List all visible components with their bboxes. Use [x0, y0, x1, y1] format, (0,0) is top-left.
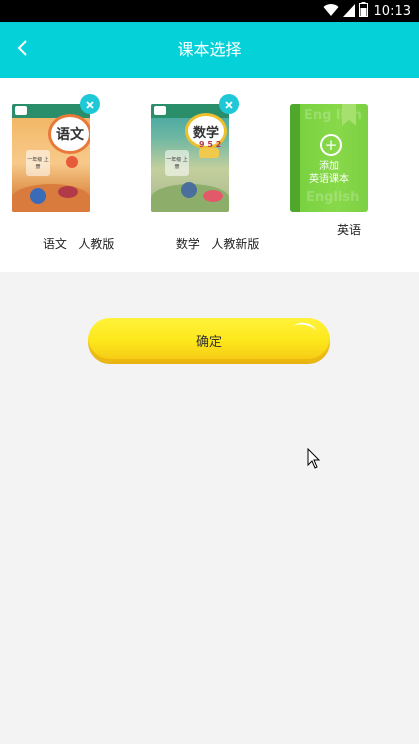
cover-grade: 一年级 上册 [165, 150, 189, 176]
publisher-logo [154, 106, 166, 115]
publisher-logo [15, 106, 27, 115]
math-book-label: 数学 人教新版 [140, 221, 280, 266]
remove-chinese-button[interactable] [80, 94, 100, 114]
book-edition: 人教新版 [211, 237, 260, 251]
book-cover-image: 语文 一年级 上册 [12, 104, 90, 212]
chinese-book-label: 语文 人教版 [0, 221, 142, 266]
cover-illustration [30, 188, 46, 204]
close-icon [224, 95, 234, 114]
book-subject: 数学 [175, 237, 200, 251]
math-textbook-cover[interactable]: 数学 9 5 2 一年级 上册 [151, 104, 229, 212]
confirm-button[interactable]: 确定 [88, 318, 330, 362]
add-english-textbook-button[interactable]: Eng lish + 添加 英语课本 English [290, 104, 368, 212]
button-highlight [292, 320, 318, 338]
english-book-label: 英语 [336, 223, 361, 237]
cover-illustration [58, 186, 78, 198]
book-edition: 人教版 [78, 237, 115, 251]
book-cover-image: 数学 9 5 2 一年级 上册 [151, 104, 229, 212]
add-text-line2: 英语课本 [309, 174, 349, 185]
confirm-label: 确定 [195, 334, 222, 350]
add-text-line1: 添加 [319, 161, 339, 172]
cover-illustration [203, 190, 223, 202]
card-spine [290, 104, 300, 212]
remove-math-button[interactable] [219, 94, 239, 114]
cover-illustration [12, 184, 90, 212]
cover-title: 语文 [48, 114, 90, 154]
status-bar: 10:13 [0, 0, 419, 22]
mouse-cursor-icon [307, 447, 321, 474]
cover-illustration [66, 156, 78, 168]
battery-icon [358, 1, 368, 21]
cell-signal-icon [342, 2, 355, 21]
page-title: 课本选择 [177, 40, 242, 59]
plus-icon: + [320, 134, 342, 156]
cover-grade: 一年级 上册 [26, 150, 50, 176]
cover-illustration [181, 182, 197, 198]
add-english-text: 添加 英语课本 [290, 160, 368, 186]
chinese-textbook-cover[interactable]: 语文 一年级 上册 [12, 104, 90, 212]
textbook-panel: 语文 一年级 上册 语文 人教版 数学 9 5 2 一年级 上册 数学 人教新版… [0, 78, 419, 272]
status-time: 10:13 [373, 3, 411, 19]
nav-bar: 课本选择 [0, 22, 419, 78]
cover-illustration [199, 148, 219, 158]
close-icon [85, 95, 95, 114]
watermark-text: English [306, 190, 360, 205]
status-icons: 10:13 [323, 1, 411, 21]
wifi-icon [323, 2, 339, 21]
book-subject: 语文 [42, 237, 67, 251]
